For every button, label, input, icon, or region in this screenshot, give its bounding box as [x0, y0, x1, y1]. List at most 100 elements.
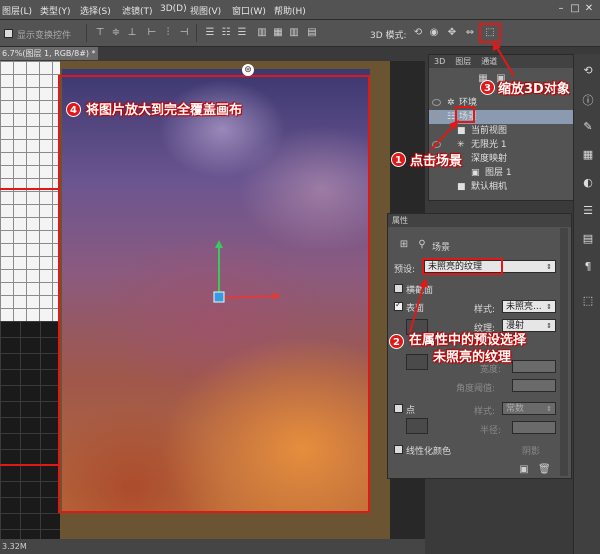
- scrollbar[interactable]: [560, 228, 568, 476]
- points-style-dropdown[interactable]: 常数 ⇕: [502, 402, 556, 415]
- style-dropdown[interactable]: 未照亮... ⇕: [502, 300, 556, 313]
- distribute-top-icon[interactable]: ☰: [204, 27, 216, 39]
- align-left-icon[interactable]: ⊢: [146, 27, 158, 39]
- eye-icon[interactable]: [432, 99, 441, 106]
- points-style-label: 样式:: [474, 407, 496, 417]
- scene-row-environment[interactable]: ✲ 环境: [429, 96, 574, 110]
- step-3-badge: 3: [480, 80, 495, 95]
- history-icon[interactable]: ⟲: [581, 64, 595, 78]
- roll-3d-icon[interactable]: ◉: [428, 27, 440, 39]
- divider: [196, 24, 197, 42]
- menu-layer[interactable]: 图层(L): [2, 4, 32, 17]
- environment-icon: ✲: [447, 98, 455, 108]
- rotate-3d-icon[interactable]: ⟲: [412, 27, 424, 39]
- menu-help[interactable]: 帮助(H): [274, 4, 306, 17]
- width-field[interactable]: [512, 360, 556, 373]
- distribute-right-icon[interactable]: ▥: [288, 27, 300, 39]
- minimize-icon[interactable]: –: [554, 2, 568, 16]
- auto-align-icon[interactable]: ▤: [306, 27, 318, 39]
- step-2-badge: 2: [389, 334, 404, 349]
- render-icon[interactable]: ▣: [518, 464, 530, 476]
- show-transform-label: 显示变换控件: [17, 31, 72, 41]
- crease-label: 角度阈值:: [456, 384, 496, 394]
- trash-icon[interactable]: 🗑: [538, 464, 551, 476]
- swatches-icon[interactable]: ▦: [581, 148, 595, 162]
- drag-3d-icon[interactable]: ✥: [446, 27, 458, 39]
- panel-dock: ⟲ ⓘ ✎ ▦ ◐ ☰ ▤ ¶ ⬚: [573, 54, 600, 554]
- align-right-icon[interactable]: ⊣: [178, 27, 190, 39]
- step-2-note-line2: 未照亮的纹理: [433, 350, 512, 365]
- align-top-icon[interactable]: ⊤: [94, 27, 106, 39]
- crosssection-checkbox[interactable]: [394, 284, 403, 293]
- canvas-edge-line: [0, 464, 60, 466]
- preset-label: 预设:: [394, 265, 416, 275]
- row-label: 图层 1: [485, 168, 512, 178]
- close-icon[interactable]: ✕: [582, 2, 596, 16]
- tab-3d[interactable]: 3D: [429, 56, 450, 67]
- dropdown-arrow-icon: ⇕: [546, 263, 552, 271]
- show-transform-checkbox[interactable]: [4, 29, 13, 38]
- shadow-label: 阴影: [522, 447, 541, 457]
- step-4-badge: 4: [66, 102, 81, 117]
- line-color-swatch[interactable]: [406, 354, 428, 370]
- align-bottom-icon[interactable]: ⊥: [126, 27, 138, 39]
- menu-filter[interactable]: 滤镜(T): [122, 4, 153, 17]
- layers-icon[interactable]: ☰: [581, 204, 595, 218]
- points-label: 点: [406, 406, 416, 416]
- canvas-highlight: [58, 75, 370, 513]
- ground-grid: [0, 61, 60, 321]
- menu-type[interactable]: 类型(Y): [40, 4, 71, 17]
- step-1-badge: 1: [391, 152, 406, 167]
- align-hcenter-icon[interactable]: ⫶: [162, 27, 174, 39]
- points-checkbox[interactable]: [394, 404, 403, 413]
- properties-icon[interactable]: ▤: [581, 232, 595, 246]
- linearize-checkbox[interactable]: [394, 445, 403, 454]
- text-icon[interactable]: ¶: [581, 260, 595, 274]
- properties-header: 属性: [388, 214, 571, 227]
- linearize-label: 线性化颜色: [406, 447, 452, 457]
- distribute-bottom-icon[interactable]: ☰: [236, 27, 248, 39]
- distribute-vcenter-icon[interactable]: ☷: [220, 27, 232, 39]
- distribute-hcenter-icon[interactable]: ▦: [272, 27, 284, 39]
- document-tab[interactable]: 6.7%(图层 1, RGB/8#) *: [0, 47, 98, 60]
- scene-type-icon: ⚲: [418, 239, 426, 250]
- row-label: 深度映射: [471, 154, 508, 164]
- points-color-swatch[interactable]: [406, 418, 428, 434]
- 3d-icon[interactable]: ⬚: [581, 294, 595, 308]
- menu-select[interactable]: 选择(S): [80, 4, 111, 17]
- menu-3d[interactable]: 3D(D): [160, 4, 187, 14]
- step-4-note: 将图片放大到完全覆盖画布: [86, 103, 243, 118]
- style-value: 未照亮...: [506, 302, 542, 312]
- scene-row-default-camera[interactable]: ■ 默认相机: [429, 180, 574, 194]
- preset-highlight: [422, 258, 503, 275]
- doc-size: 3.32M: [2, 542, 27, 551]
- style-label: 样式:: [474, 305, 496, 315]
- distribute-left-icon[interactable]: ▥: [256, 27, 268, 39]
- divider: [86, 24, 87, 42]
- points-style-value: 常数: [506, 404, 525, 414]
- arrow-3: [493, 41, 515, 77]
- ground-plane: [0, 321, 60, 539]
- slide-3d-icon[interactable]: ⇔: [464, 27, 476, 39]
- menu-view[interactable]: 视图(V): [190, 4, 221, 17]
- menu-bar: 图层(L) 类型(Y) 选择(S) 滤镜(T) 3D(D) 视图(V) 窗口(W…: [0, 0, 600, 20]
- adjustments-icon[interactable]: ◐: [581, 176, 595, 190]
- step-3-note: 缩放3D对象: [498, 82, 570, 97]
- 3d-mode-label: 3D 模式:: [370, 31, 407, 41]
- brush-icon[interactable]: ✎: [581, 120, 595, 134]
- align-vcenter-icon[interactable]: ≑: [110, 27, 122, 39]
- dropdown-arrow-icon: ⇕: [546, 322, 552, 330]
- maximize-icon[interactable]: □: [568, 2, 582, 16]
- canvas-area[interactable]: ⊛: [0, 61, 425, 539]
- camera-icon[interactable]: ⊛: [242, 64, 254, 76]
- crease-field[interactable]: [512, 379, 556, 392]
- info-icon[interactable]: ⓘ: [581, 94, 595, 108]
- row-label: 默认相机: [471, 182, 508, 192]
- radius-field[interactable]: [512, 421, 556, 434]
- tab-layers[interactable]: 图层: [450, 55, 476, 68]
- canvas-edge-line: [0, 188, 60, 190]
- status-bar: 3.32M: [0, 539, 425, 554]
- scene-tab-icon[interactable]: ⊞: [398, 239, 410, 251]
- row-label: 无限光 1: [471, 140, 507, 150]
- menu-window[interactable]: 窗口(W): [232, 4, 266, 17]
